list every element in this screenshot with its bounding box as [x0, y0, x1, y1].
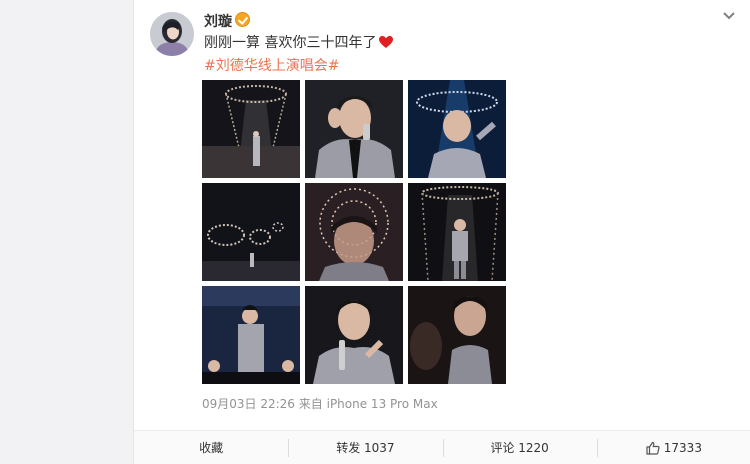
grid-image-6[interactable]	[408, 183, 506, 281]
post-source: iPhone 13 Pro Max	[326, 397, 438, 411]
weibo-post-card: 刘璇 刚刚一算 喜欢你三十四年了 #刘德华线上演唱会# 09月03日 22:26…	[133, 0, 750, 464]
grid-image-2[interactable]	[305, 80, 403, 178]
grid-image-1[interactable]	[202, 80, 300, 178]
like-button[interactable]: 17333	[596, 431, 750, 464]
post-text-content: 刚刚一算 喜欢你三十四年了	[204, 35, 377, 51]
image-grid	[202, 80, 506, 384]
favorite-button[interactable]: 收藏	[134, 431, 288, 464]
comment-label: 评论 1220	[490, 441, 549, 455]
like-count: 17333	[663, 440, 702, 455]
action-bar: 收藏 转发 1037 评论 1220 17333	[134, 430, 750, 464]
grid-image-4[interactable]	[202, 183, 300, 281]
post-timestamp[interactable]: 09月03日 22:26	[202, 397, 295, 411]
thumbs-up-icon	[646, 441, 660, 455]
repost-label: 转发 1037	[336, 441, 395, 455]
heart-icon	[379, 36, 394, 48]
verified-badge-icon	[235, 12, 250, 27]
grid-image-5[interactable]	[305, 183, 403, 281]
avatar[interactable]	[150, 12, 194, 56]
post-meta: 09月03日 22:26 来自 iPhone 13 Pro Max	[202, 395, 438, 412]
favorite-label: 收藏	[199, 441, 224, 455]
grid-image-8[interactable]	[305, 286, 403, 384]
grid-image-7[interactable]	[202, 286, 300, 384]
grid-image-3[interactable]	[408, 80, 506, 178]
comment-button[interactable]: 评论 1220	[442, 431, 597, 464]
chevron-down-icon[interactable]	[722, 11, 736, 21]
repost-button[interactable]: 转发 1037	[288, 431, 442, 464]
username[interactable]: 刘璇	[204, 11, 232, 31]
hashtag-link[interactable]: #刘德华线上演唱会#	[204, 55, 339, 75]
post-source-prefix: 来自	[298, 397, 323, 411]
grid-image-9[interactable]	[408, 286, 506, 384]
post-text: 刚刚一算 喜欢你三十四年了	[204, 32, 394, 52]
